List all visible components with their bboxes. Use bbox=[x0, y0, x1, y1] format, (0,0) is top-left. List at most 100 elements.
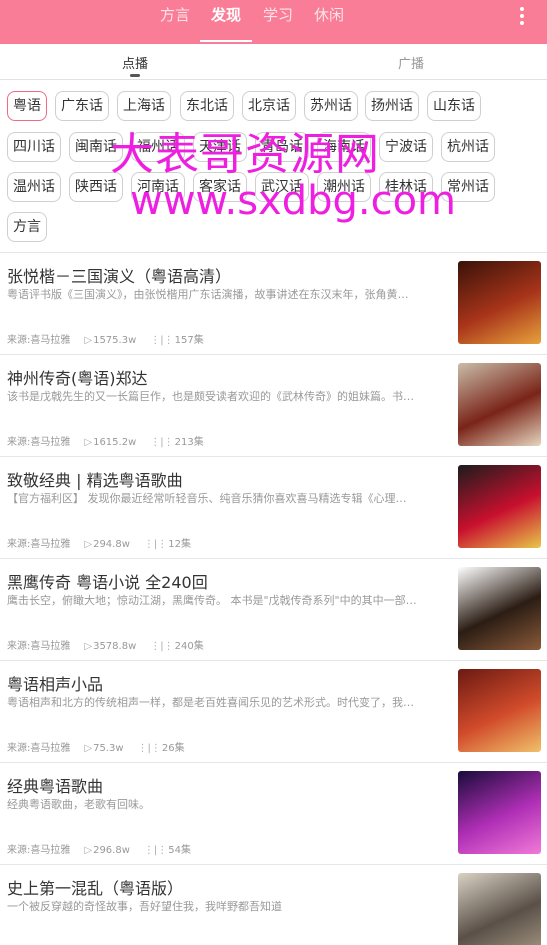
dialect-chip[interactable]: 北京话 bbox=[242, 91, 296, 121]
dialect-chip[interactable]: 四川话 bbox=[7, 132, 61, 162]
album-source: 来源:喜马拉雅 bbox=[7, 437, 71, 448]
play-count: ▷1615.2w bbox=[84, 437, 136, 448]
dialect-chip[interactable]: 粤语 bbox=[7, 91, 47, 121]
album-source: 来源:喜马拉雅 bbox=[7, 845, 71, 856]
episode-count-value: 213集 bbox=[174, 437, 204, 448]
episode-count: ⋮|⋮157集 bbox=[150, 331, 203, 346]
album-meta: 来源:喜马拉雅 ▷1575.3w ⋮|⋮157集 bbox=[7, 331, 218, 346]
watermark-text: 大表哥资源网 bbox=[110, 129, 380, 180]
album-meta: 来源:喜马拉雅 ▷75.3w ⋮|⋮26集 bbox=[7, 739, 199, 754]
album-cover-image[interactable] bbox=[458, 363, 541, 446]
dialect-chip[interactable]: 宁波话 bbox=[379, 132, 433, 162]
play-icon: ▷ bbox=[84, 437, 93, 448]
play-count: ▷294.8w bbox=[84, 539, 130, 550]
album-title: 黑鹰传奇 粤语小说 全240回 bbox=[7, 573, 208, 592]
album-description: 【官方福利区】 发现你最近经常听轻音乐、纯音乐猜你喜欢喜马精选专辑《心理… bbox=[7, 492, 407, 505]
album-title: 经典粤语歌曲 bbox=[7, 777, 104, 796]
waveform-icon: ⋮|⋮ bbox=[150, 335, 174, 346]
play-count-value: 3578.8w bbox=[93, 641, 137, 652]
dialect-chip[interactable]: 上海话 bbox=[117, 91, 171, 121]
album-source: 来源:喜马拉雅 bbox=[7, 743, 71, 754]
album-title: 张悦楷－三国演义（粤语高清） bbox=[7, 267, 232, 286]
album-cover-image[interactable] bbox=[458, 261, 541, 344]
album-title: 粤语相声小品 bbox=[7, 675, 104, 694]
tab-learn[interactable]: 学习 bbox=[263, 5, 293, 35]
tab-leisure[interactable]: 休闲 bbox=[314, 5, 344, 35]
play-count: ▷75.3w bbox=[84, 743, 123, 754]
album-meta: 来源:喜马拉雅 ▷3578.8w ⋮|⋮240集 bbox=[7, 637, 218, 652]
tab-on-demand[interactable]: 点播 bbox=[122, 53, 148, 72]
play-count-value: 1615.2w bbox=[93, 437, 137, 448]
episode-count-value: 157集 bbox=[174, 335, 204, 346]
tab-discover[interactable]: 发现 bbox=[211, 5, 241, 35]
album-list-item[interactable]: 经典粤语歌曲经典粤语歌曲，老歌有回味。 来源:喜马拉雅 ▷296.8w ⋮|⋮54集 bbox=[0, 763, 547, 865]
album-meta: 来源:喜马拉雅 ▷294.8w ⋮|⋮12集 bbox=[7, 535, 205, 550]
waveform-icon: ⋮|⋮ bbox=[143, 539, 168, 550]
episode-count-value: 240集 bbox=[174, 641, 204, 652]
play-icon: ▷ bbox=[84, 641, 93, 652]
album-cover-image[interactable] bbox=[458, 669, 541, 752]
album-cover-image[interactable] bbox=[458, 873, 541, 945]
episode-count: ⋮|⋮240集 bbox=[150, 637, 203, 652]
play-icon: ▷ bbox=[84, 845, 93, 856]
play-count: ▷1575.3w bbox=[84, 335, 136, 346]
album-description: 一个被反穿越的奇怪故事，吾好望住我，我咩野都吾知道 bbox=[7, 900, 282, 913]
episode-count: ⋮|⋮26集 bbox=[138, 739, 185, 754]
album-title: 致敬经典 | 精选粤语歌曲 bbox=[7, 471, 183, 490]
dialect-chip[interactable]: 山东话 bbox=[427, 91, 481, 121]
episode-count-value: 26集 bbox=[161, 743, 185, 754]
sub-tab-bar: 点播 广播 bbox=[0, 44, 547, 80]
episode-count: ⋮|⋮213集 bbox=[150, 433, 203, 448]
album-cover-image[interactable] bbox=[458, 771, 541, 854]
dialect-chip[interactable]: 东北话 bbox=[180, 91, 234, 121]
episode-count: ⋮|⋮12集 bbox=[144, 535, 191, 550]
waveform-icon: ⋮|⋮ bbox=[150, 641, 174, 652]
dialect-chip[interactable]: 苏州话 bbox=[304, 91, 358, 121]
waveform-icon: ⋮|⋮ bbox=[150, 437, 174, 448]
album-list-item[interactable]: 黑鹰传奇 粤语小说 全240回鹰击长空，俯瞰大地；惊动江湖，黑鹰传奇。 本书是"… bbox=[0, 559, 547, 661]
play-count-value: 1575.3w bbox=[93, 335, 137, 346]
album-description: 粤语评书版《三国演义》，由张悦楷用广东话演播，故事讲述在东汉末年，张角黄… bbox=[7, 288, 409, 301]
dialect-chip[interactable]: 扬州话 bbox=[365, 91, 419, 121]
album-title: 神州传奇(粤语)郑达 bbox=[7, 369, 148, 388]
album-description: 经典粤语歌曲，老歌有回味。 bbox=[7, 798, 150, 811]
album-meta: 来源:喜马拉雅 ▷1615.2w ⋮|⋮213集 bbox=[7, 433, 218, 448]
album-meta: 来源:喜马拉雅 ▷296.8w ⋮|⋮54集 bbox=[7, 841, 205, 856]
episode-count-value: 54集 bbox=[168, 845, 191, 856]
play-count-value: 294.8w bbox=[93, 539, 130, 550]
album-description: 鹰击长空，俯瞰大地；惊动江湖，黑鹰传奇。 本书是"戊戟传奇系列"中的其中一部… bbox=[7, 594, 417, 607]
play-count-value: 296.8w bbox=[93, 845, 130, 856]
album-list-item[interactable]: 粤语相声小品 粤语相声和北方的传统相声一样，都是老百姓喜闻乐见的艺术形式。时代变了… bbox=[0, 661, 547, 763]
top-app-bar: 方言 发现 学习 休闲 bbox=[0, 0, 547, 44]
episode-count: ⋮|⋮54集 bbox=[144, 841, 191, 856]
tab-broadcast[interactable]: 广播 bbox=[398, 53, 424, 72]
tab-dialect[interactable]: 方言 bbox=[160, 5, 190, 35]
album-list-item[interactable]: 张悦楷－三国演义（粤语高清） 粤语评书版《三国演义》，由张悦楷用广东话演播，故事讲… bbox=[0, 253, 547, 355]
album-source: 来源:喜马拉雅 bbox=[7, 641, 71, 652]
album-description: 该书是戊戟先生的又一长篇巨作，也是颇受读者欢迎的《武林传奇》的姐妹篇。书… bbox=[7, 390, 414, 403]
sub-tab-indicator bbox=[130, 74, 140, 77]
album-source: 来源:喜马拉雅 bbox=[7, 539, 71, 550]
album-source: 来源:喜马拉雅 bbox=[7, 335, 71, 346]
album-list-item[interactable]: 致敬经典 | 精选粤语歌曲【官方福利区】 发现你最近经常听轻音乐、纯音乐猜你喜欢… bbox=[0, 457, 547, 559]
waveform-icon: ⋮|⋮ bbox=[143, 845, 168, 856]
dialect-chip[interactable]: 温州话 bbox=[7, 172, 61, 202]
play-icon: ▷ bbox=[84, 335, 93, 346]
play-icon: ▷ bbox=[84, 743, 93, 754]
more-menu-icon[interactable] bbox=[519, 7, 525, 27]
album-list-item[interactable]: 神州传奇(粤语)郑达该书是戊戟先生的又一长篇巨作，也是颇受读者欢迎的《武林传奇》… bbox=[0, 355, 547, 457]
watermark-url: www.sxdbg.com bbox=[130, 178, 457, 224]
play-count-value: 75.3w bbox=[93, 743, 124, 754]
play-count: ▷3578.8w bbox=[84, 641, 136, 652]
active-tab-underline bbox=[200, 40, 252, 42]
play-icon: ▷ bbox=[84, 539, 93, 550]
album-list-item[interactable]: 史上第一混乱（粤语版）一个被反穿越的奇怪故事，吾好望住我，我咩野都吾知道来源:喜… bbox=[0, 865, 547, 945]
dialect-chip[interactable]: 杭州话 bbox=[441, 132, 495, 162]
dialect-chip[interactable]: 广东话 bbox=[55, 91, 109, 121]
album-cover-image[interactable] bbox=[458, 465, 541, 548]
play-count: ▷296.8w bbox=[84, 845, 130, 856]
episode-count-value: 12集 bbox=[168, 539, 191, 550]
waveform-icon: ⋮|⋮ bbox=[137, 743, 161, 754]
dialect-chip[interactable]: 方言 bbox=[7, 212, 47, 242]
album-cover-image[interactable] bbox=[458, 567, 541, 650]
